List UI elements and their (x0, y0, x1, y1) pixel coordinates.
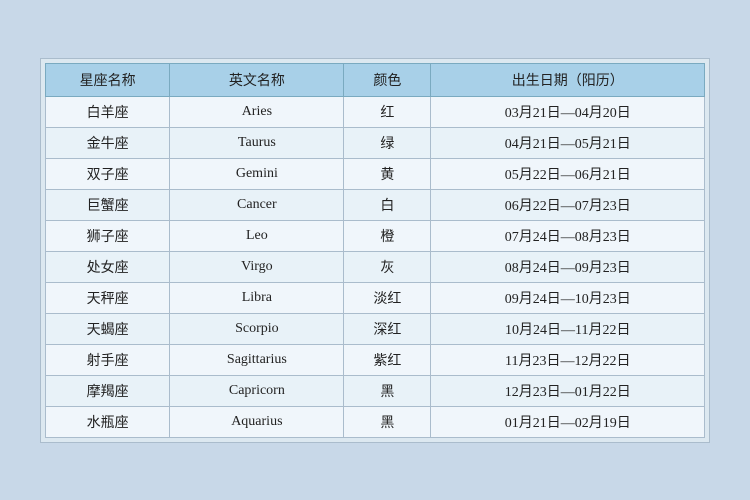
table-row: 射手座Sagittarius紫红11月23日—12月22日 (46, 344, 705, 375)
cell-color: 灰 (344, 251, 431, 282)
cell-chinese: 天秤座 (46, 282, 170, 313)
cell-date: 05月22日—06月21日 (431, 158, 705, 189)
cell-color: 绿 (344, 127, 431, 158)
cell-english: Aries (170, 96, 344, 127)
cell-english: Virgo (170, 251, 344, 282)
cell-date: 01月21日—02月19日 (431, 406, 705, 437)
cell-date: 06月22日—07月23日 (431, 189, 705, 220)
cell-english: Leo (170, 220, 344, 251)
cell-color: 深红 (344, 313, 431, 344)
table-header-row: 星座名称 英文名称 颜色 出生日期（阳历） (46, 63, 705, 96)
cell-date: 09月24日—10月23日 (431, 282, 705, 313)
table-row: 天秤座Libra淡红09月24日—10月23日 (46, 282, 705, 313)
table-row: 白羊座Aries红03月21日—04月20日 (46, 96, 705, 127)
table-row: 摩羯座Capricorn黑12月23日—01月22日 (46, 375, 705, 406)
cell-chinese: 狮子座 (46, 220, 170, 251)
cell-color: 紫红 (344, 344, 431, 375)
cell-color: 橙 (344, 220, 431, 251)
table-row: 天蝎座Scorpio深红10月24日—11月22日 (46, 313, 705, 344)
cell-color: 黑 (344, 406, 431, 437)
zodiac-table: 星座名称 英文名称 颜色 出生日期（阳历） 白羊座Aries红03月21日—04… (45, 63, 705, 438)
cell-chinese: 白羊座 (46, 96, 170, 127)
table-row: 巨蟹座Cancer白06月22日—07月23日 (46, 189, 705, 220)
cell-color: 淡红 (344, 282, 431, 313)
cell-english: Libra (170, 282, 344, 313)
cell-chinese: 天蝎座 (46, 313, 170, 344)
cell-date: 11月23日—12月22日 (431, 344, 705, 375)
table-row: 狮子座Leo橙07月24日—08月23日 (46, 220, 705, 251)
table-row: 金牛座Taurus绿04月21日—05月21日 (46, 127, 705, 158)
cell-chinese: 摩羯座 (46, 375, 170, 406)
cell-english: Taurus (170, 127, 344, 158)
cell-chinese: 双子座 (46, 158, 170, 189)
cell-chinese: 水瓶座 (46, 406, 170, 437)
cell-color: 黄 (344, 158, 431, 189)
table-body: 白羊座Aries红03月21日—04月20日金牛座Taurus绿04月21日—0… (46, 96, 705, 437)
cell-color: 黑 (344, 375, 431, 406)
cell-english: Aquarius (170, 406, 344, 437)
table-row: 水瓶座Aquarius黑01月21日—02月19日 (46, 406, 705, 437)
cell-color: 红 (344, 96, 431, 127)
cell-english: Gemini (170, 158, 344, 189)
header-chinese: 星座名称 (46, 63, 170, 96)
cell-chinese: 巨蟹座 (46, 189, 170, 220)
header-color: 颜色 (344, 63, 431, 96)
cell-chinese: 射手座 (46, 344, 170, 375)
cell-date: 08月24日—09月23日 (431, 251, 705, 282)
cell-date: 07月24日—08月23日 (431, 220, 705, 251)
cell-english: Capricorn (170, 375, 344, 406)
cell-date: 10月24日—11月22日 (431, 313, 705, 344)
cell-chinese: 处女座 (46, 251, 170, 282)
cell-chinese: 金牛座 (46, 127, 170, 158)
cell-date: 03月21日—04月20日 (431, 96, 705, 127)
table-row: 双子座Gemini黄05月22日—06月21日 (46, 158, 705, 189)
header-english: 英文名称 (170, 63, 344, 96)
cell-english: Sagittarius (170, 344, 344, 375)
cell-english: Scorpio (170, 313, 344, 344)
cell-date: 04月21日—05月21日 (431, 127, 705, 158)
cell-english: Cancer (170, 189, 344, 220)
header-date: 出生日期（阳历） (431, 63, 705, 96)
zodiac-table-container: 星座名称 英文名称 颜色 出生日期（阳历） 白羊座Aries红03月21日—04… (40, 58, 710, 443)
table-row: 处女座Virgo灰08月24日—09月23日 (46, 251, 705, 282)
cell-date: 12月23日—01月22日 (431, 375, 705, 406)
cell-color: 白 (344, 189, 431, 220)
